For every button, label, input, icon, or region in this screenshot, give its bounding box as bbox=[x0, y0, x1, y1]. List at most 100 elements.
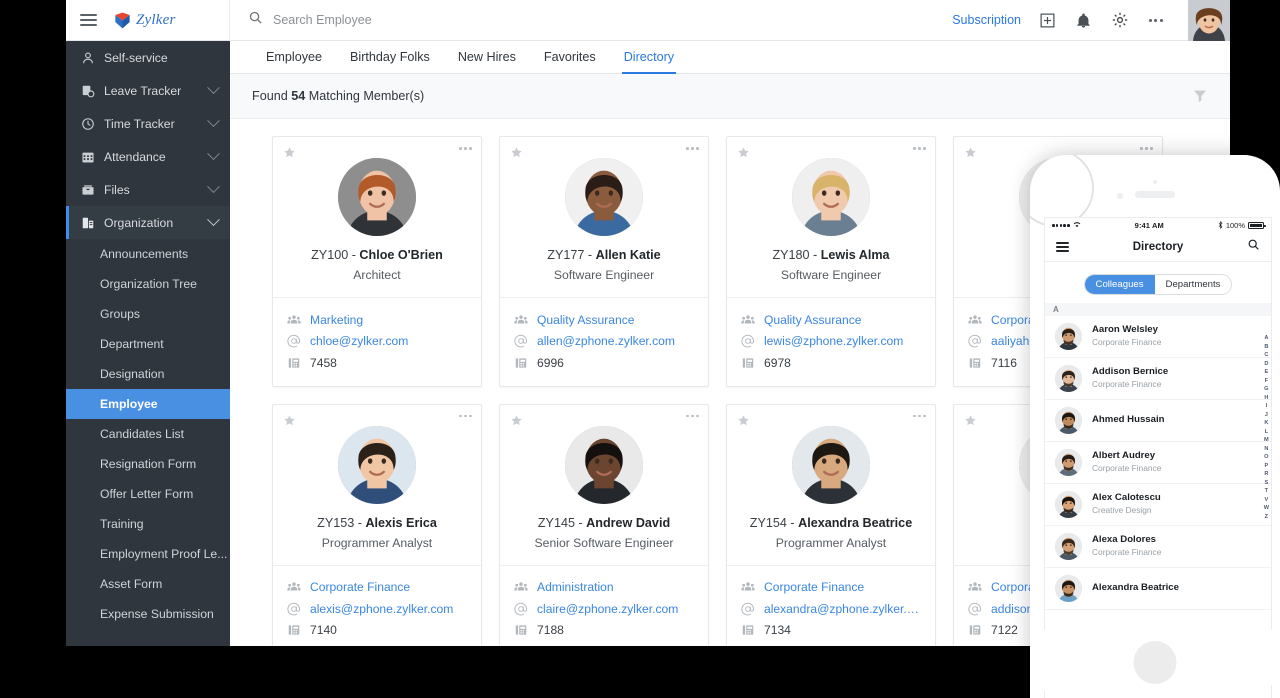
ellipsis-icon[interactable] bbox=[1146, 11, 1165, 30]
employee-department[interactable]: Corporate Finance bbox=[310, 580, 410, 594]
sidebar-subitem-candidates-list[interactable]: Candidates List bbox=[66, 419, 230, 449]
gear-icon[interactable] bbox=[1110, 11, 1129, 30]
employee-department-row[interactable]: Administration bbox=[514, 577, 694, 599]
sidebar-subitem-designation[interactable]: Designation bbox=[66, 359, 230, 389]
bell-icon[interactable] bbox=[1074, 11, 1093, 30]
star-icon[interactable] bbox=[964, 146, 977, 159]
employee-email-row[interactable]: lewis@zphone.zylker.com bbox=[741, 331, 921, 353]
employee-department[interactable]: Marketing bbox=[310, 313, 363, 327]
employee-card[interactable]: ZY180 - Lewis Alma Software Engineer Qua… bbox=[726, 136, 936, 387]
segmented-control[interactable]: Colleagues Departments bbox=[1084, 274, 1233, 295]
sidebar-subitem-resignation-form[interactable]: Resignation Form bbox=[66, 449, 230, 479]
employee-email-row[interactable]: alexandra@zphone.zylker.com bbox=[741, 598, 921, 620]
employee-department[interactable]: Quality Assurance bbox=[764, 313, 861, 327]
plus-box-icon[interactable] bbox=[1038, 11, 1057, 30]
sidebar-subitem-organization-tree[interactable]: Organization Tree bbox=[66, 269, 230, 299]
alphabet-index-letter[interactable]: M bbox=[1264, 436, 1269, 445]
employee-department-row[interactable]: Quality Assurance bbox=[741, 309, 921, 331]
sidebar-item-time-tracker[interactable]: Time Tracker bbox=[66, 107, 230, 140]
ellipsis-icon[interactable] bbox=[686, 415, 699, 418]
alphabet-index-letter[interactable]: C bbox=[1264, 351, 1268, 360]
alphabet-index-letter[interactable]: W bbox=[1264, 504, 1269, 513]
tab-birthday-folks[interactable]: Birthday Folks bbox=[336, 50, 444, 73]
chevron-down-icon[interactable] bbox=[207, 213, 220, 226]
sidebar-item-leave-tracker[interactable]: Leave Tracker bbox=[66, 74, 230, 107]
chevron-down-icon[interactable] bbox=[207, 147, 220, 160]
alphabet-index-letter[interactable]: A bbox=[1264, 334, 1268, 343]
employee-email[interactable]: alexandra@zphone.zylker.com bbox=[764, 602, 921, 616]
sidebar-subitem-training[interactable]: Training bbox=[66, 509, 230, 539]
employee-department[interactable]: Corporate Finance bbox=[764, 580, 864, 594]
alphabet-index-letter[interactable]: E bbox=[1264, 368, 1268, 377]
alphabet-index-letter[interactable]: O bbox=[1264, 453, 1268, 462]
sidebar-item-self-service[interactable]: Self-service bbox=[66, 41, 230, 74]
hamburger-menu-icon[interactable] bbox=[1056, 242, 1069, 252]
employee-department-row[interactable]: Quality Assurance bbox=[514, 309, 694, 331]
employee-department[interactable]: Quality Assurance bbox=[537, 313, 634, 327]
alphabet-index-letter[interactable]: D bbox=[1264, 360, 1268, 369]
employee-email[interactable]: lewis@zphone.zylker.com bbox=[764, 334, 903, 348]
alphabet-index-letter[interactable]: H bbox=[1264, 394, 1268, 403]
tab-employee[interactable]: Employee bbox=[252, 50, 336, 73]
star-icon[interactable] bbox=[737, 414, 750, 427]
employee-card[interactable]: ZY177 - Allen Katie Software Engineer Qu… bbox=[499, 136, 709, 387]
alphabet-index-letter[interactable]: R bbox=[1264, 470, 1268, 479]
sidebar-item-organization[interactable]: Organization bbox=[66, 206, 230, 239]
sidebar-subitem-groups[interactable]: Groups bbox=[66, 299, 230, 329]
ellipsis-icon[interactable] bbox=[1140, 147, 1153, 150]
sidebar-subitem-asset-form[interactable]: Asset Form bbox=[66, 569, 230, 599]
employee-email[interactable]: aaliyah bbox=[991, 334, 1029, 348]
contact-list-item[interactable]: Alexa Dolores Corporate Finance bbox=[1045, 526, 1271, 568]
ellipsis-icon[interactable] bbox=[913, 147, 926, 150]
chevron-down-icon[interactable] bbox=[207, 180, 220, 193]
alphabet-index-letter[interactable]: S bbox=[1264, 479, 1268, 488]
alphabet-index-letter[interactable]: K bbox=[1264, 419, 1268, 428]
employee-department-row[interactable]: Marketing bbox=[287, 309, 467, 331]
chevron-down-icon[interactable] bbox=[207, 81, 220, 94]
segment-departments[interactable]: Departments bbox=[1155, 275, 1232, 294]
hamburger-menu-icon[interactable] bbox=[80, 14, 97, 26]
employee-department-row[interactable]: Corporate Finance bbox=[741, 577, 921, 599]
employee-email[interactable]: allen@zphone.zylker.com bbox=[537, 334, 675, 348]
employee-email[interactable]: claire@zphone.zylker.com bbox=[537, 602, 678, 616]
sidebar-subitem-employee[interactable]: Employee bbox=[66, 389, 230, 419]
star-icon[interactable] bbox=[737, 146, 750, 159]
employee-department[interactable]: Corpora bbox=[991, 580, 1035, 594]
employee-email[interactable]: alexis@zphone.zylker.com bbox=[310, 602, 453, 616]
alphabet-index-letter[interactable]: G bbox=[1264, 385, 1268, 394]
sidebar-item-files[interactable]: Files bbox=[66, 173, 230, 206]
employee-email-row[interactable]: claire@zphone.zylker.com bbox=[514, 598, 694, 620]
alphabet-index-letter[interactable]: J bbox=[1265, 411, 1268, 420]
subscription-link[interactable]: Subscription bbox=[952, 13, 1021, 27]
tab-directory[interactable]: Directory bbox=[610, 50, 688, 73]
home-button[interactable] bbox=[1134, 641, 1177, 684]
alphabet-index-letter[interactable]: Z bbox=[1265, 513, 1268, 522]
star-icon[interactable] bbox=[510, 146, 523, 159]
alphabet-index-letter[interactable]: T bbox=[1265, 487, 1268, 496]
employee-email-row[interactable]: alexis@zphone.zylker.com bbox=[287, 598, 467, 620]
search-icon[interactable] bbox=[1247, 238, 1260, 256]
employee-email-row[interactable]: allen@zphone.zylker.com bbox=[514, 331, 694, 353]
ellipsis-icon[interactable] bbox=[459, 415, 472, 418]
search-input[interactable] bbox=[273, 13, 533, 27]
employee-email[interactable]: chloe@zylker.com bbox=[310, 334, 408, 348]
user-avatar[interactable] bbox=[1188, 0, 1230, 41]
employee-email[interactable]: addison bbox=[991, 602, 1033, 616]
alphabet-index-letter[interactable]: F bbox=[1265, 377, 1268, 386]
tab-favorites[interactable]: Favorites bbox=[530, 50, 610, 73]
contact-list-item[interactable]: Albert Audrey Corporate Finance bbox=[1045, 442, 1271, 484]
sidebar-subitem-employment-proof-letter[interactable]: Employment Proof Le... bbox=[66, 539, 230, 569]
employee-email-row[interactable]: chloe@zylker.com bbox=[287, 331, 467, 353]
global-search[interactable] bbox=[230, 0, 952, 41]
mobile-contact-list[interactable]: Aaron Welsley Corporate Finance Addison … bbox=[1045, 316, 1271, 610]
alphabet-index-letter[interactable]: N bbox=[1264, 445, 1268, 454]
chevron-down-icon[interactable] bbox=[207, 114, 220, 127]
segment-colleagues[interactable]: Colleagues bbox=[1085, 275, 1155, 294]
employee-card[interactable]: ZY154 - Alexandra Beatrice Programmer An… bbox=[726, 404, 936, 647]
alphabet-index-letter[interactable]: P bbox=[1264, 462, 1268, 471]
employee-card[interactable]: ZY100 - Chloe O'Brien Architect Marketin… bbox=[272, 136, 482, 387]
tab-new-hires[interactable]: New Hires bbox=[444, 50, 530, 73]
alphabet-index-letter[interactable]: V bbox=[1264, 496, 1268, 505]
employee-department[interactable]: Corpora bbox=[991, 313, 1035, 327]
sidebar-subitem-expense-submission[interactable]: Expense Submission bbox=[66, 599, 230, 629]
